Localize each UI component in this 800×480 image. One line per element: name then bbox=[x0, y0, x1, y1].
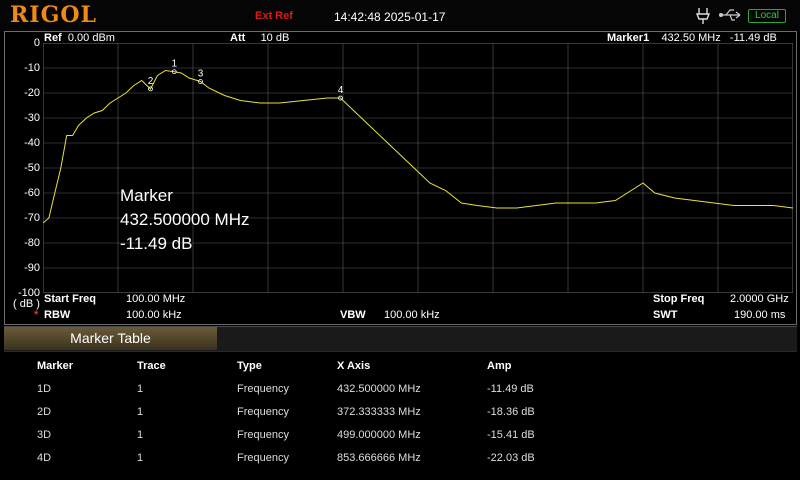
date-time: 14:42:48 2025-01-17 bbox=[334, 10, 446, 24]
table-cell: 372.333333 MHz bbox=[337, 406, 421, 418]
y-tick-label: -20 bbox=[24, 87, 40, 99]
probe-icon bbox=[696, 8, 710, 24]
marker-4-label: 4 bbox=[338, 85, 344, 96]
table-cell: -15.41 dB bbox=[487, 429, 535, 441]
table-cell: Frequency bbox=[237, 429, 289, 441]
vbw-value: 100.00 kHz bbox=[384, 309, 440, 321]
start-freq-value: 100.00 MHz bbox=[126, 293, 186, 305]
table-cell: 499.000000 MHz bbox=[337, 429, 421, 441]
table-cell: 1 bbox=[137, 429, 144, 441]
column-header: X Axis bbox=[337, 360, 371, 372]
start-freq-label[interactable]: Start Freq bbox=[44, 293, 96, 305]
y-tick-label: -30 bbox=[24, 112, 40, 124]
marker-overlay: Marker 432.500000 MHz -11.49 dB bbox=[120, 184, 249, 256]
table-cell: 3D bbox=[37, 429, 52, 441]
table-cell: Frequency bbox=[237, 383, 289, 395]
table-cell: 1D bbox=[37, 383, 52, 395]
stop-freq-value: 2.0000 GHz bbox=[730, 293, 789, 305]
swt-label[interactable]: SWT bbox=[653, 309, 677, 321]
table-cell: -22.03 dB bbox=[487, 452, 535, 464]
stop-freq-label[interactable]: Stop Freq bbox=[653, 293, 704, 305]
y-tick-label: 0 bbox=[33, 37, 40, 49]
marker-1-label: 1 bbox=[171, 59, 177, 70]
marker-table-tab[interactable]: Marker Table bbox=[4, 327, 217, 350]
vbw-label[interactable]: VBW bbox=[340, 309, 366, 321]
marker-overlay-title: Marker bbox=[120, 186, 173, 205]
top-bar: RIGOL Ext Ref 14:42:48 2025-01-17 Local bbox=[0, 0, 800, 32]
ext-ref-indicator: Ext Ref bbox=[255, 10, 293, 22]
marker-3-label: 3 bbox=[198, 69, 204, 80]
table-cell: 1 bbox=[137, 452, 144, 464]
table-cell: -18.36 dB bbox=[487, 406, 535, 418]
local-button[interactable]: Local bbox=[748, 9, 786, 23]
table-cell: Frequency bbox=[237, 406, 289, 418]
table-cell: 432.500000 MHz bbox=[337, 383, 421, 395]
y-tick-label: -80 bbox=[24, 237, 40, 249]
table-cell: 853.666666 MHz bbox=[337, 452, 421, 464]
y-tick-label: -10 bbox=[24, 62, 40, 74]
table-cell: 4D bbox=[37, 452, 52, 464]
column-header: Marker bbox=[37, 360, 74, 372]
table-cell: 2D bbox=[37, 406, 52, 418]
rbw-value: 100.00 kHz bbox=[126, 309, 182, 321]
marker-overlay-freq: 432.500000 MHz bbox=[120, 210, 250, 229]
marker-2-label: 2 bbox=[148, 76, 154, 87]
marker-overlay-amp: -11.49 dB bbox=[120, 234, 193, 253]
table-cell: -11.49 dB bbox=[487, 383, 534, 395]
y-tick-label: -90 bbox=[24, 262, 40, 274]
table-cell: 1 bbox=[137, 383, 144, 395]
y-tick-label: -70 bbox=[24, 212, 40, 224]
column-header: Trace bbox=[137, 360, 166, 372]
marker-points: 1 2 3 4 bbox=[148, 59, 344, 101]
table-cell: 1 bbox=[137, 406, 144, 418]
marker-table: Marker Trace Type X Axis Amp 1D 1 Frequency 432.… bbox=[4, 352, 797, 476]
y-tick-label: -40 bbox=[24, 137, 40, 149]
y-tick-label: -60 bbox=[24, 187, 40, 199]
rigol-logo: RIGOL bbox=[10, 2, 97, 28]
rbw-label[interactable]: RBW bbox=[44, 309, 70, 321]
column-header: Type bbox=[237, 360, 262, 372]
rbw-manual-star: * bbox=[34, 309, 39, 321]
y-tick-label: -50 bbox=[24, 162, 40, 174]
swt-value: 190.00 ms bbox=[734, 309, 786, 321]
column-header: Amp bbox=[487, 360, 512, 372]
table-cell: Frequency bbox=[237, 452, 289, 464]
usb-icon bbox=[719, 9, 741, 21]
